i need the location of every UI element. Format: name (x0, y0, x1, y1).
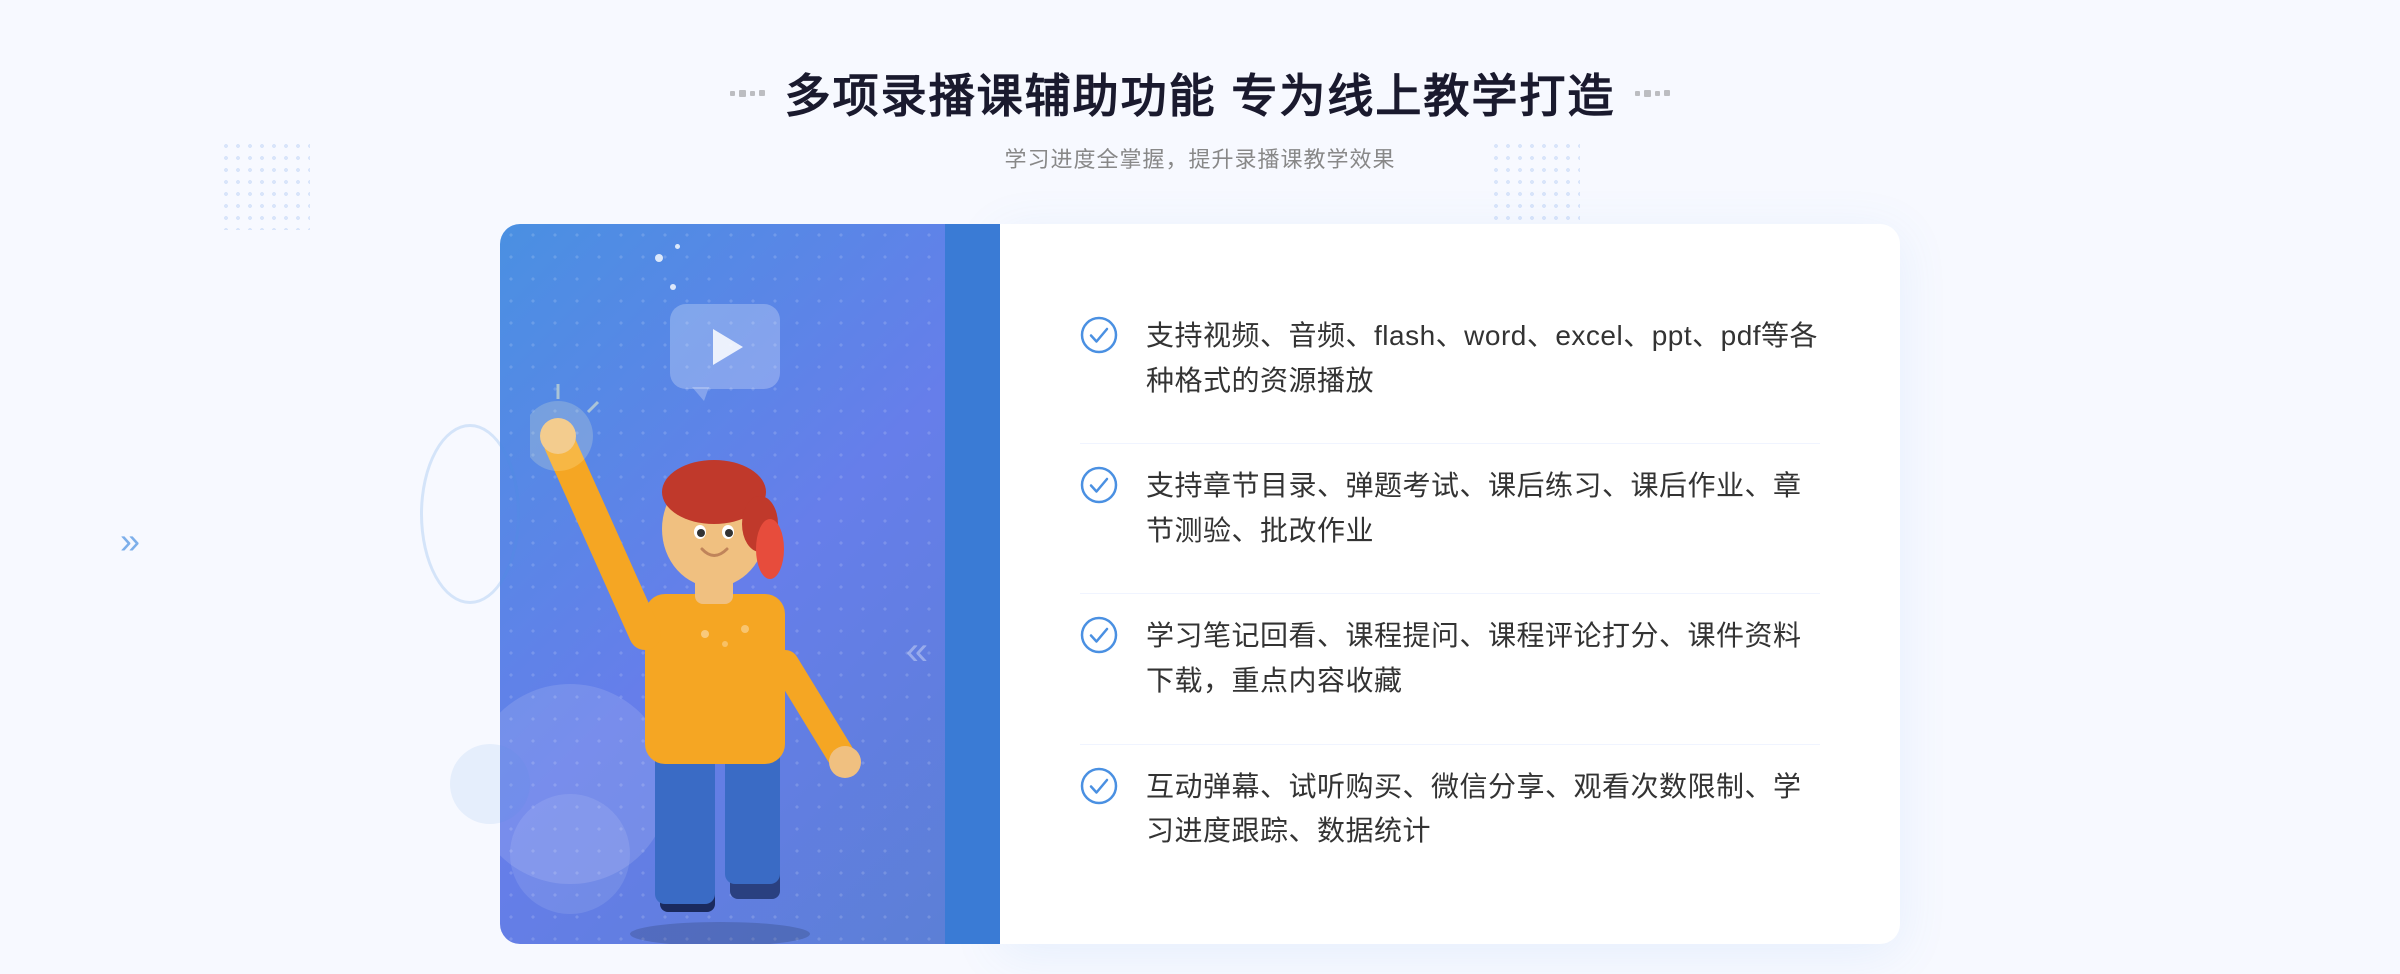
outer-circle-decoration-2 (450, 744, 530, 824)
outer-circle-decoration-1 (420, 424, 520, 604)
dots-decoration-left (220, 140, 310, 230)
feature-text-4: 互动弹幕、试听购买、微信分享、观看次数限制、学习进度跟踪、数据统计 (1146, 765, 1820, 855)
feature-text-1: 支持视频、音频、flash、word、excel、ppt、pdf等各种格式的资源… (1146, 314, 1820, 404)
check-icon-3 (1080, 616, 1118, 654)
feature-item-3: 学习笔记回看、课程提问、课程评论打分、课件资料下载，重点内容收藏 (1080, 593, 1820, 724)
sparkle-2 (675, 244, 680, 249)
chevron-left-decoration: » (120, 520, 140, 562)
sparkle-1 (655, 254, 663, 262)
feature-item-4: 互动弹幕、试听购买、微信分享、观看次数限制、学习进度跟踪、数据统计 (1080, 744, 1820, 875)
feature-text-3: 学习笔记回看、课程提问、课程评论打分、课件资料下载，重点内容收藏 (1146, 614, 1820, 704)
header-section: 多项录播课辅助功能 专为线上教学打造 学习进度全掌握，提升录播课教学效果 (730, 60, 1671, 174)
page-subtitle: 学习进度全掌握，提升录播课教学效果 (730, 142, 1671, 174)
feature-item-2: 支持章节目录、弹题考试、课后练习、课后作业、章节测验、批改作业 (1080, 443, 1820, 574)
feature-text-2: 支持章节目录、弹题考试、课后练习、课后作业、章节测验、批改作业 (1146, 464, 1820, 554)
blue-bar (945, 224, 1000, 944)
features-panel: 支持视频、音频、flash、word、excel、ppt、pdf等各种格式的资源… (1000, 224, 1900, 944)
illustration-panel: « (500, 224, 1000, 944)
title-row: 多项录播课辅助功能 专为线上教学打造 (730, 60, 1671, 126)
page-title: 多项录播课辅助功能 专为线上教学打造 (785, 60, 1616, 126)
check-icon-4 (1080, 767, 1118, 805)
title-decorator-right (1635, 90, 1670, 97)
sparkle-3 (670, 284, 676, 290)
page-container: » 多项录播课辅助功能 专为线上教学打造 学习进度全掌握，提升录播课教学效果 (0, 0, 2400, 974)
feature-item-1: 支持视频、音频、flash、word、excel、ppt、pdf等各种格式的资源… (1080, 294, 1820, 424)
check-icon-1 (1080, 316, 1118, 354)
check-icon-2 (1080, 466, 1118, 504)
character-illustration (530, 324, 930, 944)
title-decorator-left (730, 90, 765, 97)
content-area: « (500, 224, 1900, 944)
